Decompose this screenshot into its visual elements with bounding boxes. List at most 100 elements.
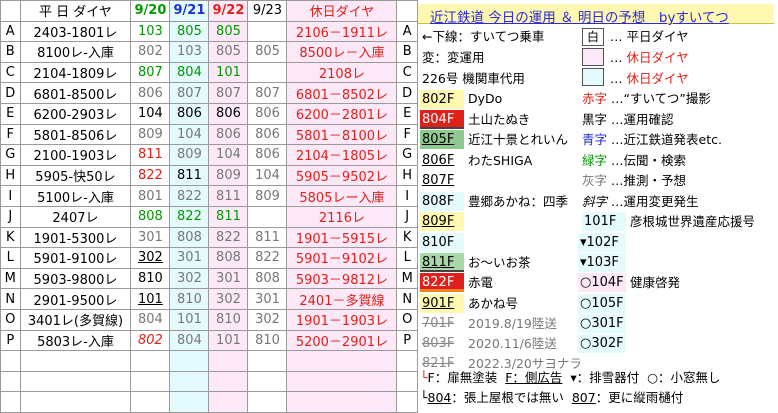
legend-aoji-row: 青字 …近江鉄道発表etc. (582, 130, 722, 150)
legend-dots-6: … (611, 132, 624, 147)
car-803f-desc: 2020.11/6陸送 (468, 336, 557, 351)
row-key-right: C (396, 61, 418, 84)
date4-car: 104 (247, 164, 288, 187)
date2-car: 804 (169, 61, 210, 84)
empty-cell (130, 350, 171, 372)
legend-dots-1: … (610, 29, 623, 44)
holiday-train: 8500レ－入庫 (286, 41, 398, 63)
weekday-train: 2403-1801レ (19, 20, 132, 43)
date4-car: 807 (247, 82, 288, 104)
legend-midori: 緑字 (582, 153, 608, 168)
empty-cell (169, 391, 210, 413)
legend-aoji-desc: 近江鉄道発表etc. (623, 132, 722, 147)
row-key-right: M (396, 267, 418, 290)
date1-car: 806 (130, 82, 171, 104)
date2-car: 822 (169, 205, 210, 228)
holiday-train: 2116レ (286, 205, 398, 228)
legend-shaji-row: 斜字 …運用変更発生 (582, 192, 699, 212)
page-title[interactable]: 近江鉄道 今日の運用 ＆ 明日の予想 byすいてつ (430, 6, 729, 26)
date3-car: 811 (208, 205, 249, 228)
car-102f-label: 102F (586, 235, 619, 250)
row-key: C (0, 61, 21, 84)
car-102f: ▾102F (578, 233, 626, 252)
row-key-right: G (396, 144, 418, 166)
weekday-train: 5100レ-入庫 (19, 185, 132, 207)
row-key: P (0, 329, 21, 352)
legend-dots-8: … (611, 173, 624, 188)
date3-car: 807 (208, 82, 249, 104)
header-date-2: 9/21 (169, 0, 210, 22)
row-key: O (0, 308, 21, 331)
date4-car: 811 (247, 226, 288, 249)
header-date-1: 9/20 (130, 0, 171, 22)
weekday-train: 2104-1809レ (19, 61, 132, 84)
empty-cell (19, 350, 132, 372)
legend-underline: ←下線：すいてつ乗車 (422, 29, 545, 44)
legend-dots-9: … (611, 194, 624, 209)
car-901f-desc: あかね号 (468, 296, 519, 311)
legend-henkou: 変：変運用 (422, 50, 485, 65)
row-key: E (0, 102, 21, 125)
holiday-train: 5200－2901レ (286, 329, 398, 352)
header-holiday: 休日ダイヤ (286, 0, 398, 22)
empty-cell (130, 370, 171, 393)
empty-cell (19, 370, 132, 393)
date1-car: 302 (130, 247, 171, 269)
holiday-train: 2106－1911レ (286, 20, 398, 43)
car-822f-desc: 赤電 (468, 275, 494, 290)
row-key-right: N (396, 288, 418, 310)
date1-car: 103 (130, 20, 171, 43)
car-805f-desc: 近江十景とれいん (468, 132, 569, 147)
holiday-train: 5905－9502レ (286, 164, 398, 187)
legend-dots-4: … (611, 91, 624, 106)
car-901f: 901F (420, 294, 464, 313)
empty-cell (286, 370, 398, 393)
date3-car: 302 (208, 288, 249, 310)
schedule-header-row: 平 日 ダイヤ 9/20 9/21 9/22 9/23 休日ダイヤ (0, 0, 418, 22)
legend-holiday-row2: … 休日ダイヤ (610, 69, 689, 89)
row-key: D (0, 82, 21, 104)
legend-shaji: 斜字 (582, 194, 608, 209)
legend-dots-3: … (610, 71, 623, 86)
weekday-train: 3401レ(多賀線) (19, 308, 132, 331)
footnote-1d: ：小窓無し (658, 370, 721, 385)
legend-haiji: 灰字 (582, 173, 608, 188)
empty-cell (286, 350, 398, 372)
empty-cell (169, 370, 210, 393)
footnote-2b: ：張上屋根では無い (451, 390, 564, 405)
holiday-train: 6200－2801レ (286, 102, 398, 125)
car-802f: 802F (420, 90, 464, 109)
holiday-train: 5903－9812レ (286, 267, 398, 290)
date4-car: 806 (247, 102, 288, 125)
date1-car: 808 (130, 205, 171, 228)
empty-cell (0, 391, 21, 413)
weekday-train: 2901-9500レ (19, 288, 132, 310)
date3-car: 101 (208, 61, 249, 84)
weekday-train: 5901-9100レ (19, 247, 132, 269)
legend-akaji: 赤字 (582, 91, 608, 106)
table-row: A 2403-1801レ 103 805 805 2106－1911レ A (0, 20, 418, 43)
date1-car: 301 (130, 226, 171, 249)
date4-car: 301 (247, 288, 288, 310)
car-701f-desc: 2019.8/19陸送 (468, 316, 557, 331)
date3-car: 806 (208, 123, 249, 146)
date1-car: 810 (130, 267, 171, 290)
table-row: N 2901-9500レ 101 810 302 301 2401－多賀線 N (0, 288, 418, 310)
row-key: H (0, 164, 21, 187)
row-key-right: O (396, 308, 418, 331)
table-row: B 8100レ-入庫 802 103 805 805 8500レ－入庫 B (0, 41, 418, 63)
row-key-right: P (396, 329, 418, 352)
legend-holiday: 休日ダイヤ (626, 50, 689, 65)
empty-cell (169, 350, 210, 372)
legend-kuroji-desc: 運用確認 (623, 112, 674, 127)
row-key: B (0, 41, 21, 63)
car-811f: 811F (420, 253, 464, 272)
legend-kuroji: 黒字 (582, 112, 608, 127)
empty-cell (247, 391, 288, 413)
date1-car: 804 (130, 308, 171, 331)
legend-weekday-row: … 平日ダイヤ (610, 27, 689, 47)
footnote-2a: 804 (427, 390, 452, 405)
date1-car: 101 (130, 288, 171, 310)
empty-cell (208, 350, 249, 372)
holiday-train: 1901－5915レ (286, 226, 398, 249)
